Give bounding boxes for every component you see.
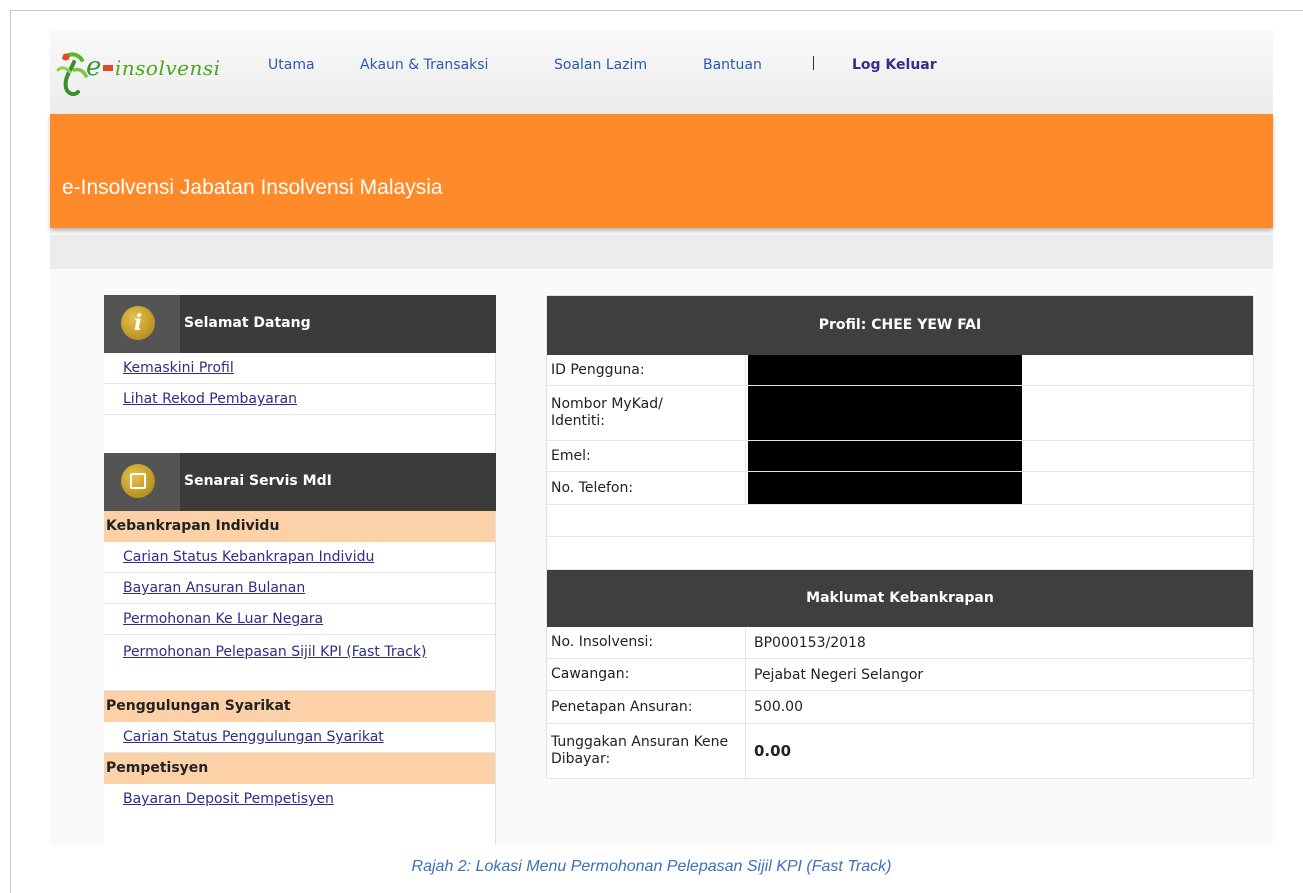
bankruptcy-label: Tunggakan Ansuran Kene Dibayar: xyxy=(547,724,746,778)
banner: e-Insolvensi Jabatan Insolvensi Malaysia xyxy=(50,114,1273,228)
sidebar: i Selamat Datang Kemaskini Profil Lihat … xyxy=(104,295,496,845)
bankruptcy-label: Penetapan Ansuran: xyxy=(547,691,746,723)
profile-value xyxy=(746,355,1253,385)
bankruptcy-value: 500.00 xyxy=(754,699,803,715)
carian-status-penggulungan-link[interactable]: Carian Status Penggulungan Syarikat xyxy=(104,722,495,753)
welcome-title: Selamat Datang xyxy=(184,315,311,331)
sub-banner-strip xyxy=(50,235,1273,269)
logo-figure-icon xyxy=(56,52,88,97)
carian-status-kebankrapan-link[interactable]: Carian Status Kebankrapan Individu xyxy=(104,542,495,573)
redacted-block xyxy=(748,441,1022,471)
category-pempetisyen: Pempetisyen xyxy=(104,753,495,784)
services-title: Senarai Servis MdI xyxy=(184,473,332,489)
permohonan-ke-luar-negara-link[interactable]: Permohonan Ke Luar Negara xyxy=(104,604,495,635)
lihat-rekod-pembayaran-link[interactable]: Lihat Rekod Pembayaran xyxy=(104,384,495,415)
redacted-block xyxy=(748,355,1022,385)
bayaran-deposit-pempetisyen-link[interactable]: Bayaran Deposit Pempetisyen xyxy=(104,784,495,815)
kemaskini-profil-link[interactable]: Kemaskini Profil xyxy=(104,353,495,384)
logo-prefix: e xyxy=(86,52,102,82)
profile-value xyxy=(746,386,1253,440)
permohonan-pelepasan-sijil-kpi-link[interactable]: Permohonan Pelepasan Sijil KPI (Fast Tra… xyxy=(104,635,495,691)
profile-panel: Profil: CHEE YEW FAI ID Pengguna: Nombor… xyxy=(546,295,1254,571)
bankruptcy-value: 0.00 xyxy=(754,742,792,760)
bankruptcy-value: Pejabat Negeri Selangor xyxy=(754,666,924,683)
profile-value xyxy=(746,441,1253,471)
logo[interactable]: e insolvensi xyxy=(56,48,241,100)
profile-label: Emel: xyxy=(547,441,746,471)
nav-soalan-lazim[interactable]: Soalan Lazim xyxy=(554,57,647,73)
nav-separator xyxy=(813,56,814,70)
empty-row xyxy=(547,505,1253,537)
profile-row: ID Pengguna: xyxy=(547,355,1253,386)
nav-logout[interactable]: Log Keluar xyxy=(852,57,937,73)
bankruptcy-value: BP000153/2018 xyxy=(754,634,866,651)
bayaran-ansuran-bulanan-link[interactable]: Bayaran Ansuran Bulanan xyxy=(104,573,495,604)
welcome-header: i Selamat Datang xyxy=(104,295,496,353)
bankruptcy-label: Cawangan: xyxy=(547,659,746,690)
bankruptcy-row: Tunggakan Ansuran Kene Dibayar: 0.00 xyxy=(547,724,1253,778)
category-kebankrapan-individu: Kebankrapan Individu xyxy=(104,511,495,542)
info-icon: i xyxy=(121,306,155,340)
profile-row: No. Telefon: xyxy=(547,472,1253,505)
redacted-block xyxy=(748,386,1022,440)
frame-top-border xyxy=(10,10,1303,11)
profile-label: ID Pengguna: xyxy=(547,355,746,385)
frame-left-border xyxy=(10,10,11,893)
nav-bantuan[interactable]: Bantuan xyxy=(703,57,762,73)
profile-label: Nombor MyKad/ Identiti: xyxy=(547,386,746,440)
bankruptcy-row: Penetapan Ansuran: 500.00 xyxy=(547,691,1253,724)
profile-row: Emel: xyxy=(547,441,1253,472)
category-penggulungan-syarikat: Penggulungan Syarikat xyxy=(104,691,495,722)
bankruptcy-panel: Maklumat Kebankrapan No. Insolvensi: BP0… xyxy=(546,569,1254,779)
bankruptcy-title: Maklumat Kebankrapan xyxy=(547,570,1253,627)
figure-caption: Rajah 2: Lokasi Menu Permohonan Pelepasa… xyxy=(411,858,892,875)
logo-text: insolvensi xyxy=(114,56,221,80)
profile-value xyxy=(746,472,1253,504)
services-header: Senarai Servis MdI xyxy=(104,453,496,511)
square-icon xyxy=(121,464,155,498)
nav-utama[interactable]: Utama xyxy=(268,57,315,73)
bankruptcy-label: No. Insolvensi: xyxy=(547,627,746,658)
empty-row xyxy=(547,537,1253,570)
bankruptcy-row: No. Insolvensi: BP000153/2018 xyxy=(547,627,1253,659)
profile-row: Nombor MyKad/ Identiti: xyxy=(547,386,1253,441)
profile-label: No. Telefon: xyxy=(547,472,746,504)
banner-title: e-Insolvensi Jabatan Insolvensi Malaysia xyxy=(62,176,443,199)
profile-title: Profil: CHEE YEW FAI xyxy=(547,296,1253,355)
top-navigation: e insolvensi Utama Akaun & Transaksi Soal… xyxy=(50,30,1273,114)
redacted-block xyxy=(748,472,1022,504)
page: e insolvensi Utama Akaun & Transaksi Soal… xyxy=(50,30,1273,845)
logo-dash xyxy=(102,65,113,71)
bankruptcy-row: Cawangan: Pejabat Negeri Selangor xyxy=(547,659,1253,691)
nav-akaun-transaksi[interactable]: Akaun & Transaksi xyxy=(360,57,488,73)
